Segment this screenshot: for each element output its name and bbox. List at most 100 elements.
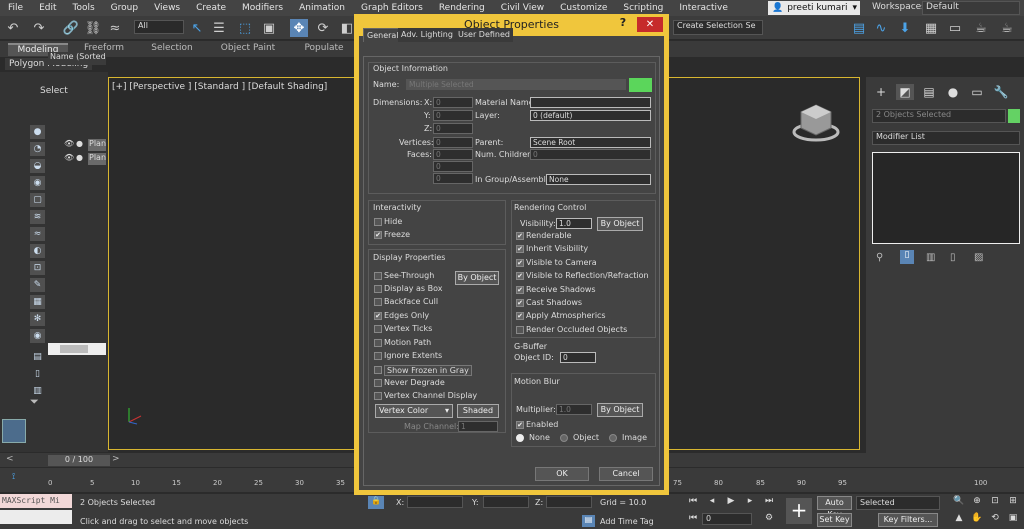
- x-coordinate-field[interactable]: [407, 496, 463, 508]
- blur-by-object-button[interactable]: By Object: [597, 403, 643, 417]
- ok-button[interactable]: OK: [535, 467, 589, 481]
- field-of-view-icon[interactable]: ▲: [952, 513, 966, 525]
- key-filters-button[interactable]: Key Filters...: [878, 513, 938, 527]
- list-icon[interactable]: ▤: [30, 350, 45, 364]
- scene-horizontal-scrollbar[interactable]: [48, 343, 106, 355]
- vertex-color-dropdown[interactable]: Vertex Color ▾: [375, 404, 453, 418]
- tab-selection[interactable]: Selection: [144, 43, 200, 56]
- object-color-swatch[interactable]: [1008, 109, 1020, 123]
- scene-row[interactable]: 👁 ● Plan: [48, 153, 106, 165]
- maxscript-output[interactable]: [0, 510, 72, 524]
- selection-filter-dropdown[interactable]: All: [134, 20, 184, 34]
- viewport-label[interactable]: [+] [Perspective ] [Standard ] [Default …: [112, 82, 327, 92]
- menu-tools[interactable]: Tools: [65, 3, 103, 13]
- multiplier-spinner[interactable]: 1.0: [556, 404, 592, 415]
- display-visible-icon[interactable]: ◉: [30, 329, 45, 343]
- scene-column-header[interactable]: Name (Sorted A: [48, 52, 106, 65]
- help-icon[interactable]: ?: [616, 16, 630, 30]
- edges-only-checkbox[interactable]: ✔: [374, 312, 382, 320]
- menu-edit[interactable]: Edit: [31, 3, 64, 13]
- previous-frame-icon[interactable]: ◂: [705, 496, 719, 508]
- configure-modifier-sets-icon[interactable]: ▨: [974, 252, 983, 263]
- tab-populate[interactable]: Populate: [296, 43, 352, 56]
- pin-stack-icon[interactable]: ⚲: [876, 252, 883, 263]
- display-as-box-checkbox[interactable]: [374, 285, 382, 293]
- zoom-all-icon[interactable]: ⊕: [970, 496, 984, 508]
- mini-curve-editor-icon[interactable]: ⟟: [12, 472, 15, 482]
- object-radio[interactable]: [560, 434, 568, 442]
- curve-editor-icon[interactable]: ▤: [850, 19, 868, 37]
- zoom-extents-icon[interactable]: ⊡: [988, 496, 1002, 508]
- motion-icon[interactable]: ●: [944, 84, 962, 100]
- modify-icon[interactable]: ◩: [896, 84, 914, 100]
- orbit-icon[interactable]: ⟲: [988, 513, 1002, 525]
- visible-to-reflection-checkbox[interactable]: ✔: [516, 272, 524, 280]
- rendered-frame-icon[interactable]: ▭: [946, 19, 964, 37]
- tab-user-defined[interactable]: User Defined: [455, 28, 513, 42]
- go-to-end-icon[interactable]: ⏭: [762, 496, 776, 508]
- menu-create[interactable]: Create: [188, 3, 234, 13]
- see-through-checkbox[interactable]: [374, 272, 382, 280]
- move-icon[interactable]: ✥: [290, 19, 308, 37]
- display-icon[interactable]: ▭: [968, 84, 986, 100]
- object-name-field[interactable]: 2 Objects Selected: [872, 109, 1006, 123]
- go-to-start-icon[interactable]: ⏮: [686, 496, 700, 508]
- display-xrefs-icon[interactable]: ⊡: [30, 261, 45, 275]
- add-time-tag[interactable]: Add Time Tag: [600, 517, 654, 526]
- redo-icon[interactable]: ↷: [30, 19, 48, 37]
- workspaces-dropdown[interactable]: Default: [922, 1, 1020, 15]
- display-helpers-icon[interactable]: ≋: [30, 210, 45, 224]
- time-slider[interactable]: 0 / 100: [48, 455, 110, 466]
- zoom-icon[interactable]: 🔍: [952, 496, 966, 508]
- renderable-checkbox[interactable]: ✔: [516, 232, 524, 240]
- map-channel-spinner[interactable]: 1: [458, 421, 498, 432]
- freeze-checkbox[interactable]: ✔: [374, 231, 382, 239]
- select-by-name-icon[interactable]: ☰: [210, 19, 228, 37]
- object-color-swatch[interactable]: [629, 78, 652, 92]
- menu-civil-view[interactable]: Civil View: [493, 3, 552, 13]
- apply-atmospherics-checkbox[interactable]: ✔: [516, 312, 524, 320]
- filter-icon[interactable]: ⏷: [30, 395, 46, 408]
- none-radio[interactable]: [516, 434, 524, 442]
- display-lights-icon[interactable]: ◉: [30, 176, 45, 190]
- viewcube-icon[interactable]: [791, 100, 841, 146]
- display-geometry-icon[interactable]: ◔: [30, 142, 45, 156]
- scene-row[interactable]: 👁 ● Plan: [48, 139, 106, 151]
- display-spacewarps-icon[interactable]: ≈: [30, 227, 45, 241]
- next-frame-icon[interactable]: ▸: [743, 496, 757, 508]
- object-id-spinner[interactable]: 0: [560, 352, 596, 363]
- menu-views[interactable]: Views: [146, 3, 188, 13]
- hierarchy-icon[interactable]: ▤: [920, 84, 938, 100]
- modifier-stack[interactable]: [872, 152, 1020, 244]
- render-by-object-button[interactable]: By Object: [597, 217, 643, 231]
- utilities-icon[interactable]: 🔧: [992, 84, 1010, 100]
- zoom-extents-all-icon[interactable]: ⊞: [1006, 496, 1020, 508]
- freeze-dot-icon[interactable]: ●: [76, 139, 83, 148]
- receive-shadows-checkbox[interactable]: ✔: [516, 286, 524, 294]
- show-frozen-in-gray-checkbox[interactable]: [374, 366, 382, 374]
- menu-file[interactable]: File: [0, 3, 31, 13]
- visible-to-camera-checkbox[interactable]: ✔: [516, 259, 524, 267]
- rect-selection-icon[interactable]: ⬚: [236, 19, 254, 37]
- file-icon[interactable]: ▯: [30, 367, 45, 381]
- image-radio[interactable]: [609, 434, 617, 442]
- eye-icon[interactable]: 👁: [64, 139, 74, 148]
- visibility-spinner[interactable]: 1.0: [556, 218, 592, 229]
- tab-object-paint[interactable]: Object Paint: [214, 43, 282, 56]
- show-end-result-icon[interactable]: ▯: [900, 250, 914, 264]
- window-crossing-icon[interactable]: ▣: [260, 19, 278, 37]
- bind-space-warp-icon[interactable]: ≈: [106, 19, 124, 37]
- never-degrade-checkbox[interactable]: [374, 379, 382, 387]
- menu-animation[interactable]: Animation: [291, 3, 353, 13]
- tab-general[interactable]: General: [363, 28, 403, 42]
- auto-key-button[interactable]: Auto Key: [817, 496, 852, 519]
- object-name-input[interactable]: Multiple Selected: [406, 79, 626, 90]
- key-set-dropdown[interactable]: Selected: [856, 496, 940, 510]
- set-key-button[interactable]: Set Key: [817, 513, 852, 527]
- cast-shadows-checkbox[interactable]: ✔: [516, 299, 524, 307]
- chevron-right-icon[interactable]: >: [112, 454, 120, 464]
- display-groups-icon[interactable]: ◐: [30, 244, 45, 258]
- display-by-object-button[interactable]: By Object: [455, 271, 499, 285]
- menu-interactive[interactable]: Interactive: [671, 3, 735, 13]
- display-particles-icon[interactable]: ✻: [30, 312, 45, 326]
